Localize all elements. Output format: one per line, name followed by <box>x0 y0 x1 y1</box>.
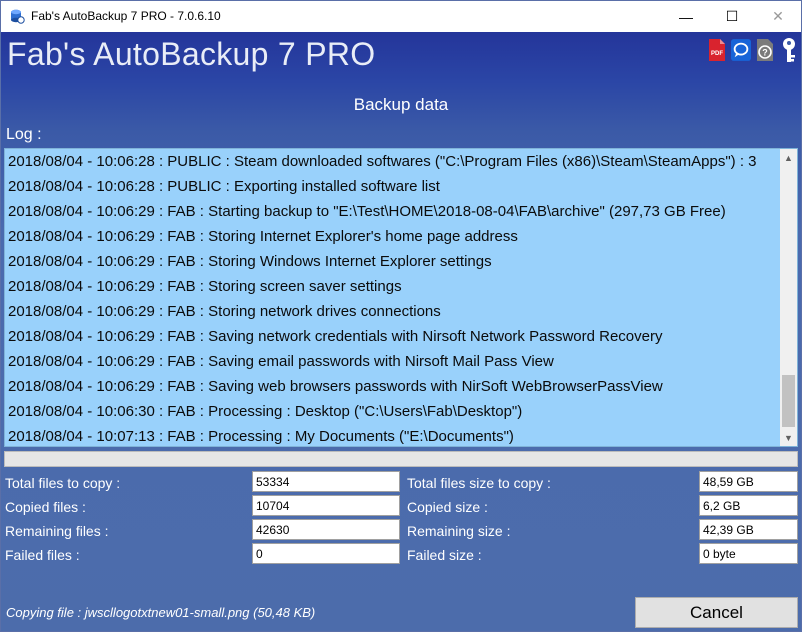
log-line: 2018/08/04 - 10:06:29 : FAB : Storing In… <box>8 228 518 245</box>
failed-size-label: Failed size : <box>407 547 482 563</box>
pdf-icon[interactable]: PDF <box>707 38 727 62</box>
log-label: Log : <box>6 126 42 143</box>
minimize-button[interactable]: — <box>663 1 709 32</box>
log-line: 2018/08/04 - 10:06:29 : FAB : Saving ema… <box>8 353 554 370</box>
remaining-files-label: Remaining files : <box>5 523 109 539</box>
total-size-label: Total files size to copy : <box>407 475 551 491</box>
copied-size-label: Copied size : <box>407 499 488 515</box>
help-icon[interactable]: ? <box>755 38 775 62</box>
close-button[interactable]: ✕ <box>755 1 801 32</box>
app-title: Fab's AutoBackup 7 PRO <box>7 36 376 72</box>
remaining-size-label: Remaining size : <box>407 523 511 539</box>
title-bar[interactable]: Fab's AutoBackup 7 PRO - 7.0.6.10 — ☐ ✕ <box>1 1 801 32</box>
log-line: 2018/08/04 - 10:06:29 : FAB : Starting b… <box>8 203 726 220</box>
app-icon <box>9 8 25 24</box>
log-line: 2018/08/04 - 10:06:30 : FAB : Processing… <box>8 403 523 420</box>
log-list[interactable]: 2018/08/04 - 10:06:28 : PUBLIC : Steam d… <box>4 148 798 447</box>
log-lines: 2018/08/04 - 10:06:28 : PUBLIC : Steam d… <box>8 149 780 446</box>
copying-status: Copying file : jwscllogotxtnew01-small.p… <box>6 605 316 620</box>
total-files-field: 53334 <box>252 471 400 492</box>
log-line: 2018/08/04 - 10:06:29 : FAB : Storing Wi… <box>8 253 492 270</box>
failed-files-label: Failed files : <box>5 547 80 563</box>
total-files-label: Total files to copy : <box>5 475 121 491</box>
copied-files-label: Copied files : <box>5 499 86 515</box>
failed-size-field: 0 byte <box>699 543 798 564</box>
scroll-thumb[interactable] <box>782 375 795 427</box>
log-line: 2018/08/04 - 10:06:29 : FAB : Saving web… <box>8 378 663 395</box>
scroll-up-icon[interactable]: ▲ <box>780 149 797 166</box>
window-title: Fab's AutoBackup 7 PRO - 7.0.6.10 <box>31 9 221 23</box>
progress-bar <box>4 451 798 467</box>
copied-size-field: 6,2 GB <box>699 495 798 516</box>
log-line: 2018/08/04 - 10:06:28 : PUBLIC : Steam d… <box>8 153 757 170</box>
cancel-button[interactable]: Cancel <box>635 597 798 628</box>
log-line: 2018/08/04 - 10:07:13 : FAB : Processing… <box>8 428 514 445</box>
copied-files-field: 10704 <box>252 495 400 516</box>
log-line: 2018/08/04 - 10:06:29 : FAB : Saving net… <box>8 328 663 345</box>
log-scrollbar[interactable]: ▲ ▼ <box>780 149 797 446</box>
maximize-button[interactable]: ☐ <box>709 1 755 32</box>
key-icon[interactable] <box>779 38 799 62</box>
help-icon-text: ? <box>762 48 768 58</box>
app-window: Fab's AutoBackup 7 PRO - 7.0.6.10 — ☐ ✕ … <box>0 0 802 632</box>
log-line: 2018/08/04 - 10:06:29 : FAB : Storing ne… <box>8 303 441 320</box>
remaining-files-field: 42630 <box>252 519 400 540</box>
failed-files-field: 0 <box>252 543 400 564</box>
scroll-down-icon[interactable]: ▼ <box>780 429 797 446</box>
total-size-field: 48,59 GB <box>699 471 798 492</box>
main-panel: Fab's AutoBackup 7 PRO PDF ? Backup data… <box>1 32 801 631</box>
top-icons: PDF ? <box>707 38 799 62</box>
section-title: Backup data <box>353 95 449 114</box>
pdf-icon-text: PDF <box>711 51 723 57</box>
log-line: 2018/08/04 - 10:06:28 : PUBLIC : Exporti… <box>8 178 440 195</box>
remaining-size-field: 42,39 GB <box>699 519 798 540</box>
log-line: 2018/08/04 - 10:06:29 : FAB : Storing sc… <box>8 278 402 295</box>
chat-icon[interactable] <box>731 38 751 62</box>
